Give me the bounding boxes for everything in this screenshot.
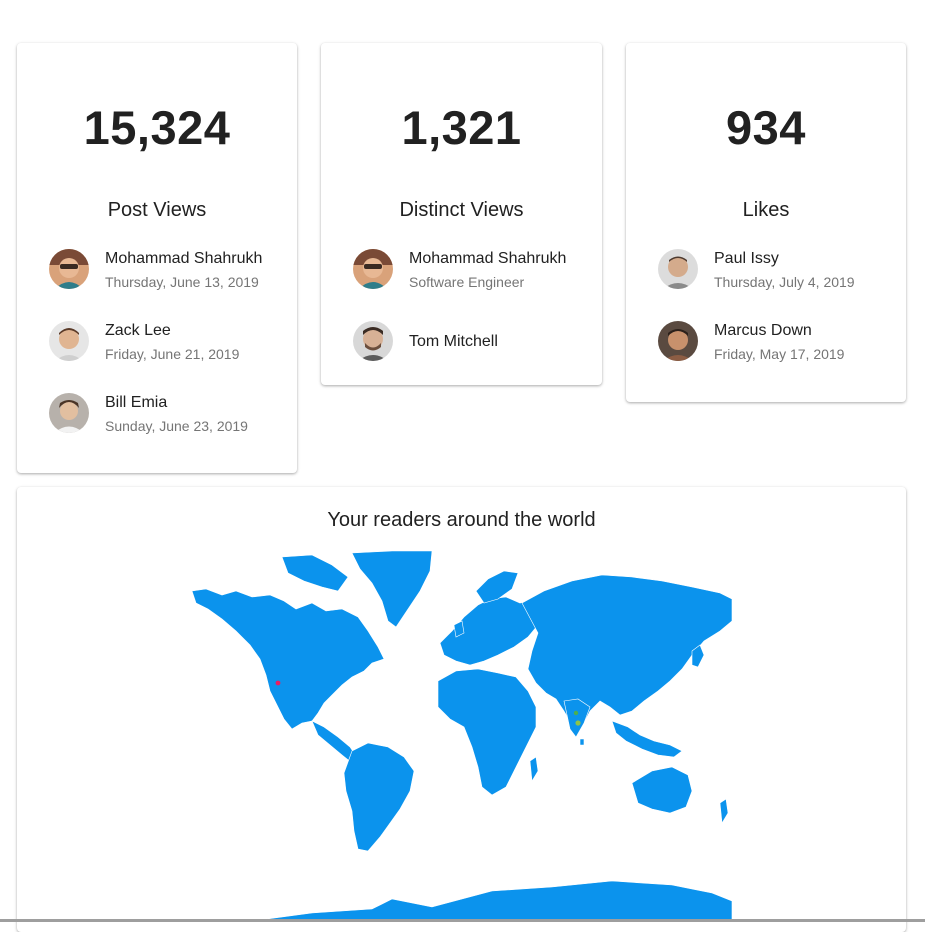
person-name: Tom Mitchell <box>409 333 498 350</box>
south-america <box>343 742 415 852</box>
person-name: Mohammad Shahrukh <box>105 250 263 267</box>
list-item[interactable]: Bill Emia Sunday, June 23, 2019 <box>49 393 287 465</box>
person-date: Friday, May 17, 2019 <box>714 346 845 362</box>
avatar <box>49 249 89 289</box>
world-map-card: Your readers around the world <box>17 487 906 932</box>
list-item[interactable]: Zack Lee Friday, June 21, 2019 <box>49 321 287 393</box>
canada-islands <box>281 554 349 592</box>
person-date: Sunday, June 23, 2019 <box>105 418 248 434</box>
stat-card-likes: 934 Likes Paul Issy Thursday, July 4, 20… <box>626 43 906 402</box>
avatar <box>658 249 698 289</box>
person-name: Bill Emia <box>105 394 168 411</box>
stat-label: Post Views <box>107 199 207 221</box>
india <box>563 698 591 738</box>
list-item[interactable]: Marcus Down Friday, May 17, 2019 <box>658 321 896 393</box>
person-name: Zack Lee <box>105 322 171 339</box>
scandinavia <box>475 570 519 604</box>
person-date: Friday, June 21, 2019 <box>105 346 240 362</box>
greenland <box>351 551 433 628</box>
sri-lanka <box>579 738 585 746</box>
list-item[interactable]: Mohammad Shahrukh Thursday, June 13, 201… <box>49 249 287 321</box>
new-zealand <box>719 798 729 824</box>
list-item[interactable]: Mohammad Shahrukh Software Engineer <box>353 249 592 321</box>
person-name: Marcus Down <box>714 322 812 339</box>
avatar <box>49 393 89 433</box>
stat-card-post-views: 15,324 Post Views Mohammad Shahrukh Thur… <box>17 43 297 473</box>
marker-india-south <box>575 720 581 726</box>
person-name: Paul Issy <box>714 250 779 267</box>
africa <box>437 668 537 796</box>
list-item[interactable]: Paul Issy Thursday, July 4, 2019 <box>658 249 896 321</box>
stat-value: 15,324 <box>83 101 231 154</box>
stat-value: 1,321 <box>401 101 522 154</box>
avatar <box>658 321 698 361</box>
person-date: Thursday, July 4, 2019 <box>714 274 855 290</box>
marker-india-north <box>573 710 579 716</box>
stat-label: Likes <box>742 199 790 221</box>
stat-card-distinct-views: 1,321 Distinct Views Mohammad Shahrukh S… <box>321 43 602 385</box>
person-list: Mohammad Shahrukh Software Engineer Tom … <box>353 249 592 393</box>
avatar <box>353 249 393 289</box>
map-title: Your readers around the world <box>327 509 596 531</box>
stat-value: 934 <box>726 101 806 154</box>
avatar <box>49 321 89 361</box>
australia <box>631 766 693 814</box>
list-item[interactable]: Tom Mitchell <box>353 321 592 393</box>
north-america <box>192 588 385 730</box>
person-title: Software Engineer <box>409 274 525 290</box>
person-date: Thursday, June 13, 2019 <box>105 274 259 290</box>
antarctica <box>251 880 732 921</box>
person-name: Mohammad Shahrukh <box>409 250 567 267</box>
world-map-svg <box>192 551 732 921</box>
stat-label: Distinct Views <box>399 199 524 221</box>
person-list: Mohammad Shahrukh Thursday, June 13, 201… <box>49 249 287 465</box>
madagascar <box>529 756 539 782</box>
avatar <box>353 321 393 361</box>
marker-usa-west <box>275 680 281 686</box>
southeast-asia <box>611 720 683 758</box>
person-list: Paul Issy Thursday, July 4, 2019 Marcus … <box>658 249 896 393</box>
land-masses <box>192 551 732 921</box>
world-map[interactable] <box>192 551 732 921</box>
